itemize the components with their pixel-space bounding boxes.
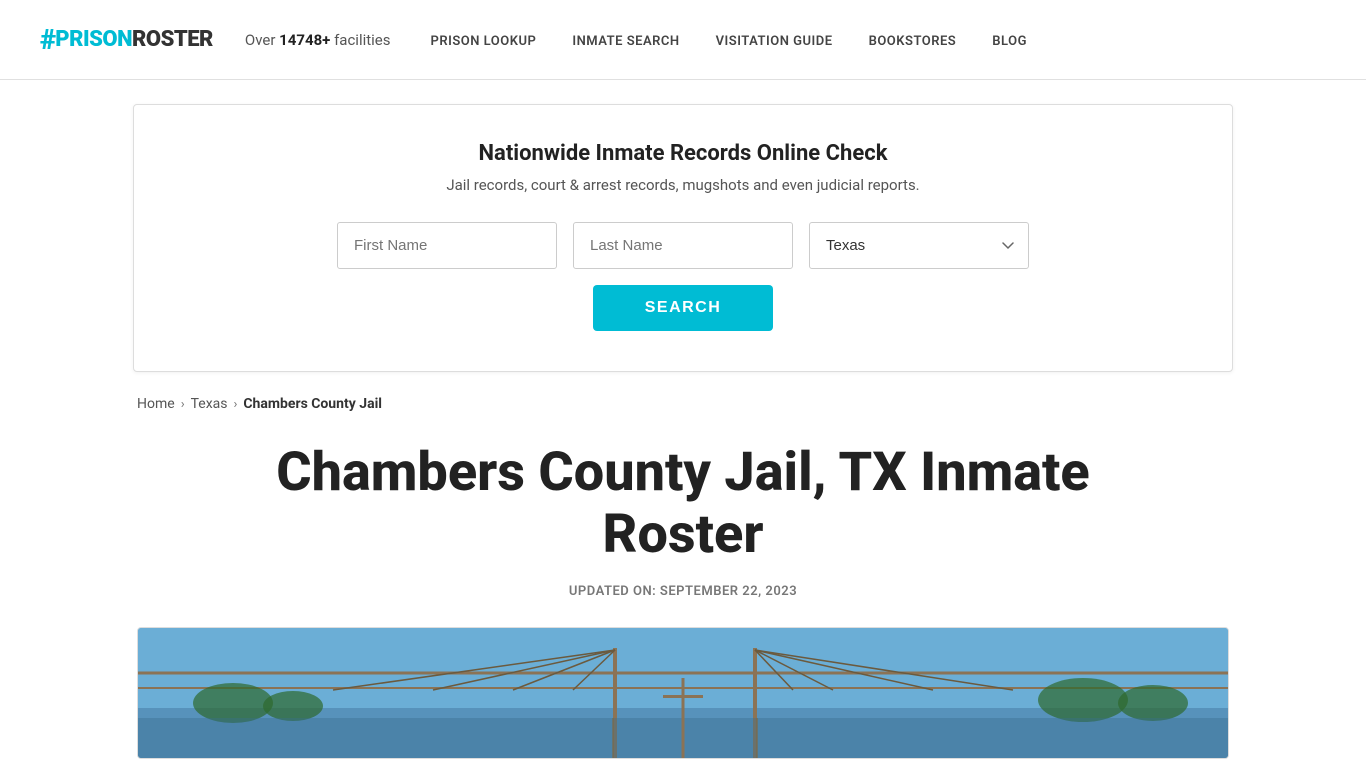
breadcrumb: Home › Texas › Chambers County Jail (133, 396, 1233, 412)
nav-link-inmate-search[interactable]: INMATE SEARCH (572, 34, 679, 49)
facilities-suffix: facilities (330, 31, 390, 49)
first-name-input[interactable] (337, 222, 557, 269)
breadcrumb-sep-1: › (181, 397, 185, 412)
facility-image (138, 628, 1228, 758)
search-banner-title: Nationwide Inmate Records Online Check (174, 141, 1192, 166)
updated-date: UPDATED ON: SEPTEMBER 22, 2023 (137, 584, 1229, 599)
navbar: #PRISONROSTER Over 14748+ facilities PRI… (0, 0, 1366, 80)
facilities-text: Over 14748+ facilities (245, 31, 391, 49)
last-name-input[interactable] (573, 222, 793, 269)
facilities-prefix: Over (245, 31, 279, 49)
nav-item-visitation-guide: VISITATION GUIDE (716, 30, 833, 49)
search-button[interactable]: SEARCH (593, 285, 774, 331)
breadcrumb-texas[interactable]: Texas (191, 396, 228, 412)
nav-item-blog: BLOG (992, 30, 1027, 49)
breadcrumb-sep-2: › (233, 397, 237, 412)
nav-item-prison-lookup: PRISON LOOKUP (431, 30, 537, 49)
search-inputs-row: TexasAlabamaAlaskaArizonaArkansasCalifor… (174, 222, 1192, 269)
nav-links: PRISON LOOKUP INMATE SEARCH VISITATION G… (431, 30, 1027, 49)
search-banner: Nationwide Inmate Records Online Check J… (133, 104, 1233, 372)
nav-link-prison-lookup[interactable]: PRISON LOOKUP (431, 34, 537, 49)
nav-item-inmate-search: INMATE SEARCH (572, 30, 679, 49)
facility-image-svg (138, 628, 1228, 758)
facilities-count: 14748+ (279, 31, 330, 49)
state-select[interactable]: TexasAlabamaAlaskaArizonaArkansasCalifor… (809, 222, 1029, 269)
nav-item-bookstores: BOOKSTORES (869, 30, 957, 49)
breadcrumb-home[interactable]: Home (137, 396, 175, 412)
image-card (137, 627, 1229, 759)
nav-link-bookstores[interactable]: BOOKSTORES (869, 34, 957, 49)
logo-prison: PRISON (55, 27, 132, 52)
nav-link-blog[interactable]: BLOG (992, 34, 1027, 49)
logo-link[interactable]: #PRISONROSTER (40, 23, 213, 56)
logo-hash: # (40, 23, 55, 56)
breadcrumb-current: Chambers County Jail (243, 396, 382, 412)
page-title: Chambers County Jail, TX Inmate Roster (258, 442, 1108, 566)
nav-link-visitation-guide[interactable]: VISITATION GUIDE (716, 34, 833, 49)
main-content: Chambers County Jail, TX Inmate Roster U… (133, 442, 1233, 759)
logo-roster: ROSTER (132, 27, 213, 52)
search-banner-subtitle: Jail records, court & arrest records, mu… (174, 176, 1192, 194)
search-btn-row: SEARCH (174, 285, 1192, 331)
